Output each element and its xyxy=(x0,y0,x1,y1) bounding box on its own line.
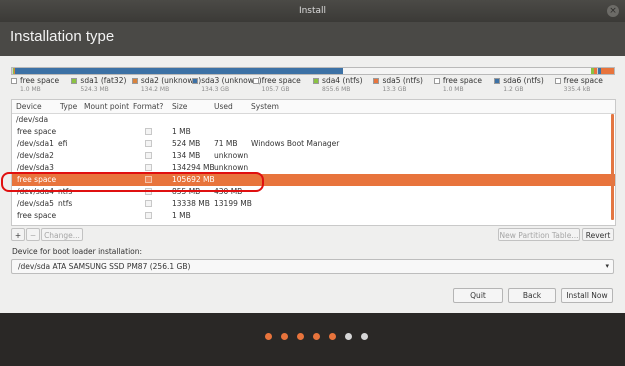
progress-dots xyxy=(0,333,625,341)
new-partition-table-button[interactable]: New Partition Table... xyxy=(498,228,580,241)
progress-dot xyxy=(281,333,288,340)
boot-loader-value: /dev/sda ATA SAMSUNG SSD PM87 (256.1 GB) xyxy=(18,262,191,271)
legend-name: sda4 (ntfs) xyxy=(322,76,363,85)
table-row[interactable]: free space 1 MB xyxy=(12,126,615,138)
partition-legend: free space 1.0 MB sda1 (fat32) 524.3 MB sda2… xyxy=(11,76,615,98)
partition-segment xyxy=(15,68,344,74)
legend-item: free space 1.0 MB xyxy=(433,76,494,98)
revert-button[interactable]: Revert xyxy=(582,228,614,241)
format-checkbox[interactable] xyxy=(145,212,152,219)
close-icon[interactable]: × xyxy=(607,5,619,17)
format-checkbox[interactable] xyxy=(145,200,152,207)
partition-table[interactable]: Device Type Mount point Format? Size Use… xyxy=(11,99,616,226)
progress-dot xyxy=(313,333,320,340)
table-row[interactable]: free space 1 MB xyxy=(12,210,615,222)
legend-swatch xyxy=(494,78,501,84)
back-button[interactable]: Back xyxy=(508,288,556,303)
col-format[interactable]: Format? xyxy=(133,102,163,111)
legend-size: 1.0 MB xyxy=(442,86,464,93)
legend-name: free space xyxy=(442,76,483,85)
col-system[interactable]: System xyxy=(251,102,279,111)
legend-size: 1.0 MB xyxy=(20,86,41,93)
table-row[interactable]: /dev/sda1 efi 524 MB 71 MB Windows Boot … xyxy=(12,138,615,150)
selection-highlight-ring xyxy=(1,172,264,192)
legend-size: 335.4 kB xyxy=(563,86,591,93)
window-titlebar: Install × xyxy=(0,0,625,22)
quit-button[interactable]: Quit xyxy=(453,288,503,303)
legend-item: free space 105.7 GB xyxy=(252,76,313,98)
progress-dot xyxy=(297,333,304,340)
table-row[interactable]: /dev/sda2 134 MB unknown xyxy=(12,150,615,162)
remove-partition-button[interactable]: − xyxy=(26,228,40,241)
partition-usage-bar xyxy=(11,67,615,75)
legend-swatch xyxy=(11,78,17,84)
legend-swatch xyxy=(373,78,380,84)
legend-size: 855.6 MB xyxy=(322,86,351,93)
legend-size: 13.3 GB xyxy=(382,86,407,93)
legend-item: sda6 (ntfs) 1.2 GB xyxy=(494,76,554,98)
legend-name: sda1 (fat32) xyxy=(80,76,127,85)
format-checkbox[interactable] xyxy=(145,164,152,171)
legend-swatch xyxy=(71,78,78,84)
chevron-down-icon: ▾ xyxy=(605,262,609,270)
legend-item: sda5 (ntfs) 13.3 GB xyxy=(373,76,433,98)
page-title: Installation type xyxy=(10,28,115,45)
add-partition-button[interactable]: + xyxy=(11,228,25,241)
legend-size: 105.7 GB xyxy=(261,86,290,93)
legend-item: sda3 (unknown) 134.3 GB xyxy=(192,76,262,98)
legend-swatch xyxy=(252,78,259,84)
legend-name: free space xyxy=(20,76,60,85)
legend-swatch xyxy=(554,78,561,84)
table-row[interactable]: /dev/sda xyxy=(12,114,615,126)
format-checkbox[interactable] xyxy=(145,128,152,135)
window-title: Install xyxy=(298,6,327,16)
col-device[interactable]: Device xyxy=(16,102,42,111)
legend-size: 524.3 MB xyxy=(80,86,109,93)
legend-item: free space 335.4 kB xyxy=(554,76,615,98)
legend-size: 134.3 GB xyxy=(201,86,230,93)
progress-dot xyxy=(345,333,352,340)
legend-swatch xyxy=(433,78,440,84)
boot-loader-select[interactable]: /dev/sda ATA SAMSUNG SSD PM87 (256.1 GB)… xyxy=(11,259,614,274)
progress-dot xyxy=(265,333,272,340)
page-header: Installation type xyxy=(0,22,625,56)
progress-dot xyxy=(329,333,336,340)
legend-name: free space xyxy=(261,76,301,85)
legend-item: sda1 (fat32) 524.3 MB xyxy=(71,76,131,98)
col-mount-point[interactable]: Mount point xyxy=(84,102,129,111)
legend-swatch xyxy=(131,78,138,84)
format-checkbox[interactable] xyxy=(145,152,152,159)
progress-dot xyxy=(361,333,368,340)
legend-size: 1.2 GB xyxy=(503,86,524,93)
partition-segment xyxy=(343,68,592,74)
boot-loader-label: Device for boot loader installation: xyxy=(12,247,143,256)
legend-item: sda4 (ntfs) 855.6 MB xyxy=(313,76,373,98)
legend-name: free space xyxy=(563,76,603,85)
legend-name: sda5 (ntfs) xyxy=(382,76,423,85)
legend-swatch xyxy=(313,78,320,84)
table-header: Device Type Mount point Format? Size Use… xyxy=(12,100,615,114)
format-checkbox[interactable] xyxy=(145,140,152,147)
change-partition-button[interactable]: Change... xyxy=(41,228,83,241)
partition-segment xyxy=(600,68,614,74)
table-scrollbar[interactable] xyxy=(611,114,614,220)
legend-item: sda2 (unknown) 134.2 MB xyxy=(131,76,201,98)
table-row[interactable]: /dev/sda5 ntfs 13338 MB 13199 MB xyxy=(12,198,615,210)
install-now-button[interactable]: Install Now xyxy=(561,288,613,303)
col-type[interactable]: Type xyxy=(60,102,77,111)
legend-item: free space 1.0 MB xyxy=(11,76,71,98)
col-used[interactable]: Used xyxy=(214,102,233,111)
legend-swatch xyxy=(192,78,199,84)
legend-size: 134.2 MB xyxy=(140,86,170,93)
col-size[interactable]: Size xyxy=(172,102,187,111)
legend-name: sda6 (ntfs) xyxy=(503,76,544,85)
